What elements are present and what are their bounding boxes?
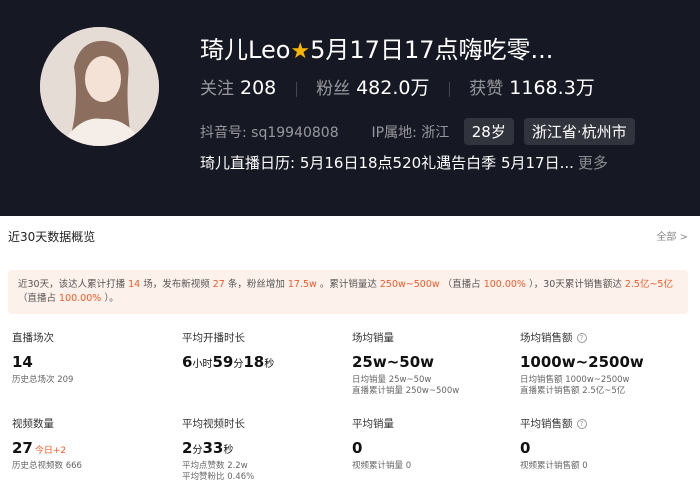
divider: [295, 81, 297, 97]
metric-detail: 视频累计销售额 0: [520, 461, 588, 471]
summary-highlight: 2.5亿~5亿: [624, 279, 673, 290]
ip-label: IP属地:: [371, 125, 417, 141]
summary-text: ），30天累计销售额达: [525, 279, 625, 290]
metric-live-count: 直播场次 14 历史总场次 209: [12, 330, 172, 386]
summary-highlight: 27: [212, 279, 225, 290]
more-link[interactable]: 更多: [578, 154, 608, 172]
summary-highlight: 14: [128, 279, 141, 290]
overview-summary: 近30天，该达人累计打播 14 场，发布新视频 27 条，粉丝增加 17.5w …: [8, 270, 688, 314]
metric-video-gmv: 平均销售额? 0 视频累计销售额 0: [520, 416, 680, 472]
profile-name-tail: 5月17日17点嗨吃零...: [310, 36, 554, 64]
douyin-id: sq19940808: [251, 125, 339, 141]
metric-value: 6小时59分18秒: [182, 353, 275, 371]
today-delta: 今日+2: [34, 446, 67, 456]
metric-live-gmv: 场均销售额? 1000w~2500w 日均销售额 1000w~2500w 直播累计…: [520, 330, 680, 397]
summary-text: （直播占: [439, 279, 484, 290]
metric-detail: 日均销售额 1000w~2500w 直播累计销售额 2.5亿~5亿: [520, 375, 630, 396]
view-all-link[interactable]: 全部 >: [656, 228, 688, 243]
summary-text: 条，粉丝增加: [224, 279, 288, 290]
metric-title: 平均销售额?: [520, 416, 680, 431]
metric-title: 直播场次: [12, 332, 54, 344]
metric-detail: 历史总视频数 666: [12, 461, 82, 471]
metric-title: 场均销量: [352, 332, 394, 344]
metric-video-count: 视频数量 27 今日+2 历史总视频数 666: [12, 416, 172, 472]
followers-label: 粉丝: [316, 79, 351, 99]
likes-value: 1168.3万: [509, 77, 595, 99]
divider: [448, 81, 450, 97]
summary-text: 近30天，该达人累计打播: [18, 279, 129, 290]
summary-highlight: 100.00%: [483, 279, 526, 290]
following-label: 关注: [200, 79, 234, 99]
overview-title: 近30天数据概览: [8, 230, 96, 244]
summary-text: ）。: [101, 293, 119, 304]
profile-meta: 抖音号: sq19940808 IP属地: 浙江 28岁 浙江省·杭州市: [200, 118, 635, 145]
age-tag: 28岁: [463, 118, 514, 145]
followers-value[interactable]: 482.0万: [356, 77, 429, 99]
summary-highlight: 100.00%: [59, 293, 102, 304]
following-value[interactable]: 208: [240, 77, 276, 99]
metric-value: 25w~50w: [352, 353, 435, 371]
metric-value: 14: [12, 353, 33, 371]
profile-header: 琦儿Leo★5月17日17点嗨吃零... 关注 208 粉丝 482.0万 获赞 11…: [0, 0, 700, 216]
metric-value: 0: [520, 439, 531, 457]
avatar[interactable]: [40, 27, 159, 146]
metric-detail: 平均点赞数 2.2w 平均赞粉比 0.46%: [182, 461, 255, 482]
location-tag: 浙江省·杭州市: [523, 118, 635, 145]
metric-title: 视频数量: [12, 418, 54, 430]
live-schedule: 琦儿直播日历: 5月16日18点520礼遇告白季 5月17日... 更多: [200, 152, 608, 173]
metric-detail: 历史总场次 209: [12, 375, 74, 385]
metric-value: 2分33秒: [182, 439, 234, 457]
metric-video-duration: 平均视频时长 2分33秒 平均点赞数 2.2w 平均赞粉比 0.46%: [182, 416, 342, 483]
ip-value: 浙江: [421, 125, 450, 141]
douyin-id-label: 抖音号:: [200, 125, 247, 141]
avatar-image: [40, 27, 159, 146]
metric-title: 平均开播时长: [182, 332, 245, 344]
summary-highlight: 17.5w: [287, 279, 317, 290]
star-icon: ★: [290, 39, 311, 64]
metric-value: 1000w~2500w: [520, 353, 644, 371]
profile-name: 琦儿Leo★5月17日17点嗨吃零...: [200, 30, 553, 65]
summary-text: （直播占: [18, 293, 60, 304]
metric-value: 27 今日+2: [12, 439, 67, 457]
summary-text: 场，发布新视频: [140, 279, 213, 290]
help-icon[interactable]: ?: [576, 333, 587, 343]
summary-highlight: 250w~500w: [379, 279, 440, 290]
summary-text: 。累计销量达: [316, 279, 380, 290]
metric-detail: 视频累计销量 0: [352, 461, 412, 471]
help-icon[interactable]: ?: [576, 419, 587, 429]
metric-title: 平均销量: [352, 418, 394, 430]
metric-title: 平均视频时长: [182, 418, 245, 430]
metric-live-duration: 平均开播时长 6小时59分18秒: [182, 330, 342, 371]
profile-stats: 关注 208 粉丝 482.0万 获赞 1168.3万: [200, 73, 595, 100]
metric-title: 场均销售额?: [520, 330, 680, 345]
metric-live-sales: 场均销量 25w~50w 日均销量 25w~50w 直播累计销量 250w~500…: [352, 330, 512, 397]
likes-label: 获赞: [469, 79, 504, 99]
profile-name-text: 琦儿Leo: [200, 36, 291, 64]
schedule-text: 琦儿直播日历: 5月16日18点520礼遇告白季 5月17日...: [200, 154, 574, 172]
metric-detail: 日均销量 25w~50w 直播累计销量 250w~500w: [352, 375, 460, 396]
metric-video-sales: 平均销量 0 视频累计销量 0: [352, 416, 512, 472]
metric-value: 0: [352, 439, 363, 457]
